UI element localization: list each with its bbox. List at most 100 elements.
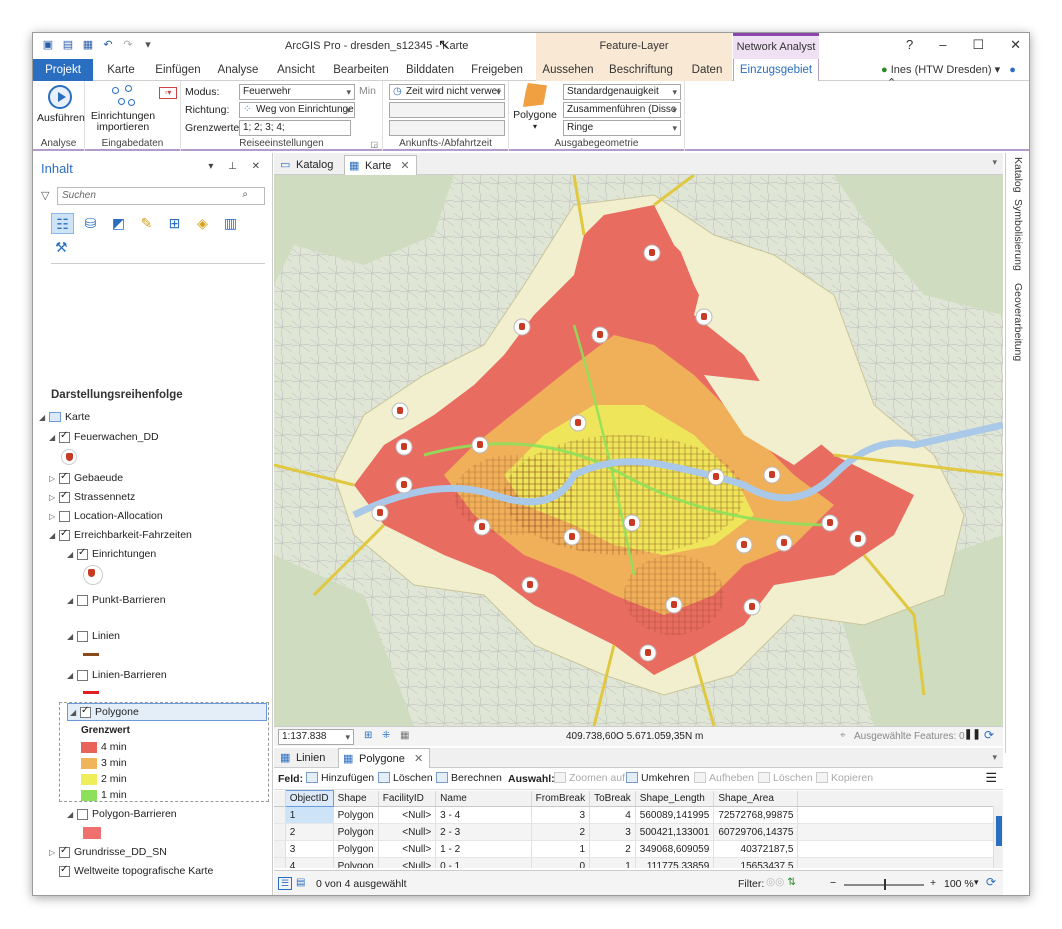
close-tab-icon[interactable]: ✕: [400, 160, 409, 172]
tab-karte[interactable]: Karte: [99, 59, 143, 81]
grenzwerte-input[interactable]: 1; 2; 3; 4;: [239, 120, 351, 136]
labeling-icon[interactable]: ◈: [191, 213, 214, 234]
undo-icon[interactable]: ↶: [101, 39, 115, 52]
snap-tool-icon[interactable]: ⁜: [382, 730, 390, 741]
polygone-button[interactable]: Polygone ▾: [513, 83, 557, 132]
layer-checkbox[interactable]: [80, 705, 91, 718]
tree-item-linien[interactable]: ◢ Linien: [67, 630, 120, 642]
layer-checkbox[interactable]: [77, 630, 88, 642]
maximize-button[interactable]: ☐: [972, 37, 984, 53]
layer-checkbox[interactable]: [59, 490, 70, 503]
column-header[interactable]: Name: [435, 790, 532, 807]
layer-checkbox[interactable]: [77, 669, 88, 681]
table-cell[interactable]: 0: [531, 857, 591, 868]
tab-beschriftung[interactable]: Beschriftung: [600, 59, 682, 81]
table-cell[interactable]: 2: [589, 840, 636, 858]
table-cell[interactable]: Polygon: [333, 857, 379, 868]
tab-projekt[interactable]: Projekt: [33, 59, 93, 81]
table-row[interactable]: 3 Polygon <Null> 1 - 2 1 2 349068,609059…: [274, 840, 1003, 858]
zoom-in-button[interactable]: +: [930, 877, 936, 889]
menu-icon[interactable]: ☰: [985, 770, 997, 786]
layer-checkbox[interactable]: [77, 594, 88, 606]
modus-dropdown[interactable]: Feuerwehr: [239, 84, 355, 100]
data-source-icon[interactable]: ⛁: [79, 213, 102, 234]
layer-checkbox[interactable]: [59, 471, 70, 484]
table-cell[interactable]: 4: [589, 806, 636, 824]
table-cell[interactable]: 2 - 3: [435, 823, 532, 841]
delete-field-button[interactable]: Löschen: [378, 772, 433, 784]
table-cell[interactable]: <Null>: [378, 840, 437, 858]
tab-freigeben[interactable]: Freigeben: [467, 59, 527, 81]
pause-icon[interactable]: ❚❚: [964, 729, 981, 740]
side-tab-symbolisierung[interactable]: Symbolisierung: [1012, 199, 1024, 271]
save-project-icon[interactable]: ▦: [81, 39, 95, 52]
run-button[interactable]: Ausführen: [37, 85, 85, 124]
show-selected-icon[interactable]: ▤: [296, 877, 305, 888]
help-button[interactable]: ?: [906, 37, 913, 53]
selection-icon[interactable]: ◩: [107, 213, 130, 234]
table-cell[interactable]: 2: [531, 823, 591, 841]
grid-tool-icon[interactable]: ⊞: [364, 730, 372, 741]
table-cell[interactable]: <Null>: [378, 857, 437, 868]
minimize-button[interactable]: –: [939, 37, 946, 53]
side-tab-katalog[interactable]: Katalog: [1012, 157, 1024, 193]
tree-item-polygon-barrieren[interactable]: ◢ Polygon-Barrieren: [67, 808, 177, 820]
table-cell[interactable]: Polygon: [333, 823, 379, 841]
expand-icon[interactable]: ◢: [67, 632, 77, 641]
expand-icon[interactable]: ◢: [39, 413, 49, 422]
column-header[interactable]: ToBreak: [589, 790, 636, 807]
table-cell[interactable]: 3: [531, 806, 591, 824]
row-header[interactable]: [274, 823, 286, 841]
close-button[interactable]: ✕: [1010, 37, 1021, 53]
table-cell[interactable]: <Null>: [378, 806, 437, 824]
table-cell[interactable]: 40372187,5: [713, 840, 799, 858]
show-all-icon[interactable]: ☰: [278, 877, 293, 890]
layer-dropdown-icon[interactable]: ▫▾: [159, 87, 177, 99]
table-cell[interactable]: 15653437,5: [713, 857, 799, 868]
table-cell[interactable]: 3: [285, 840, 334, 858]
expand-icon[interactable]: ◢: [67, 810, 77, 819]
expand-icon[interactable]: ◢: [49, 433, 59, 442]
table-cell[interactable]: 3 - 4: [435, 806, 532, 824]
column-header[interactable]: Shape_Area: [713, 790, 799, 807]
layer-checkbox[interactable]: [59, 528, 70, 541]
tree-item-erreichbarkeit[interactable]: ◢ Erreichbarkeit-Fahrzeiten: [49, 528, 192, 542]
richtung-dropdown[interactable]: ⁘ Weg von Einrichtunge: [239, 102, 355, 118]
chevron-down-icon[interactable]: ▾: [974, 877, 979, 888]
network-dataset-icon[interactable]: ⚒: [55, 239, 68, 256]
scale-dropdown[interactable]: 1:137.838: [278, 729, 354, 745]
filter-icon[interactable]: ▽: [41, 189, 49, 202]
collapse-icon[interactable]: ▷: [49, 493, 59, 502]
tab-polygone[interactable]: ▦ Polygone ✕: [338, 748, 431, 768]
contents-search-input[interactable]: Suchen ⌕: [57, 187, 265, 205]
tab-einzugsgebiet[interactable]: Einzugsgebiet: [733, 59, 819, 81]
tab-bearbeiten[interactable]: Bearbeiten: [329, 59, 393, 81]
search-icon[interactable]: ⌕: [242, 189, 248, 200]
tree-item-grundrisse[interactable]: ▷ Grundrisse_DD_SN: [49, 845, 167, 859]
table-cell[interactable]: 72572768,99875: [713, 806, 799, 824]
drawing-order-icon[interactable]: ☷: [51, 213, 74, 234]
column-header[interactable]: Shape_Length: [635, 790, 715, 807]
table-cell[interactable]: 60729706,14375: [713, 823, 799, 841]
sort-icon[interactable]: ⇅: [787, 876, 796, 888]
row-header[interactable]: [274, 806, 286, 824]
calculate-button[interactable]: Berechnen: [436, 772, 502, 784]
table-tool-icon[interactable]: ▦: [400, 730, 409, 741]
refresh-icon[interactable]: ⟳: [984, 728, 994, 742]
expand-icon[interactable]: ◢: [67, 596, 77, 605]
expand-icon[interactable]: ◢: [70, 708, 80, 717]
open-project-icon[interactable]: ▤: [61, 39, 75, 52]
table-cell[interactable]: 500421,133001: [635, 823, 715, 841]
tab-analyse[interactable]: Analyse: [213, 59, 263, 81]
column-header[interactable]: FromBreak: [531, 790, 591, 807]
expand-icon[interactable]: ◢: [49, 531, 59, 540]
ringe-dropdown[interactable]: Ringe: [563, 120, 681, 136]
collapse-icon[interactable]: ▷: [49, 474, 59, 483]
tree-item-feuerwachen[interactable]: ◢ Feuerwachen_DD: [49, 430, 159, 444]
side-tab-geoverarbeitung[interactable]: Geoverarbeitung: [1012, 283, 1024, 361]
zoom-slider[interactable]: [844, 879, 924, 890]
refresh-icon[interactable]: ⟳: [986, 875, 996, 889]
tab-katalog[interactable]: ▭ Katalog: [276, 155, 339, 175]
tree-item-gebaeude[interactable]: ▷ Gebaeude: [49, 471, 123, 485]
tab-linien[interactable]: ▦ Linien: [276, 748, 331, 768]
